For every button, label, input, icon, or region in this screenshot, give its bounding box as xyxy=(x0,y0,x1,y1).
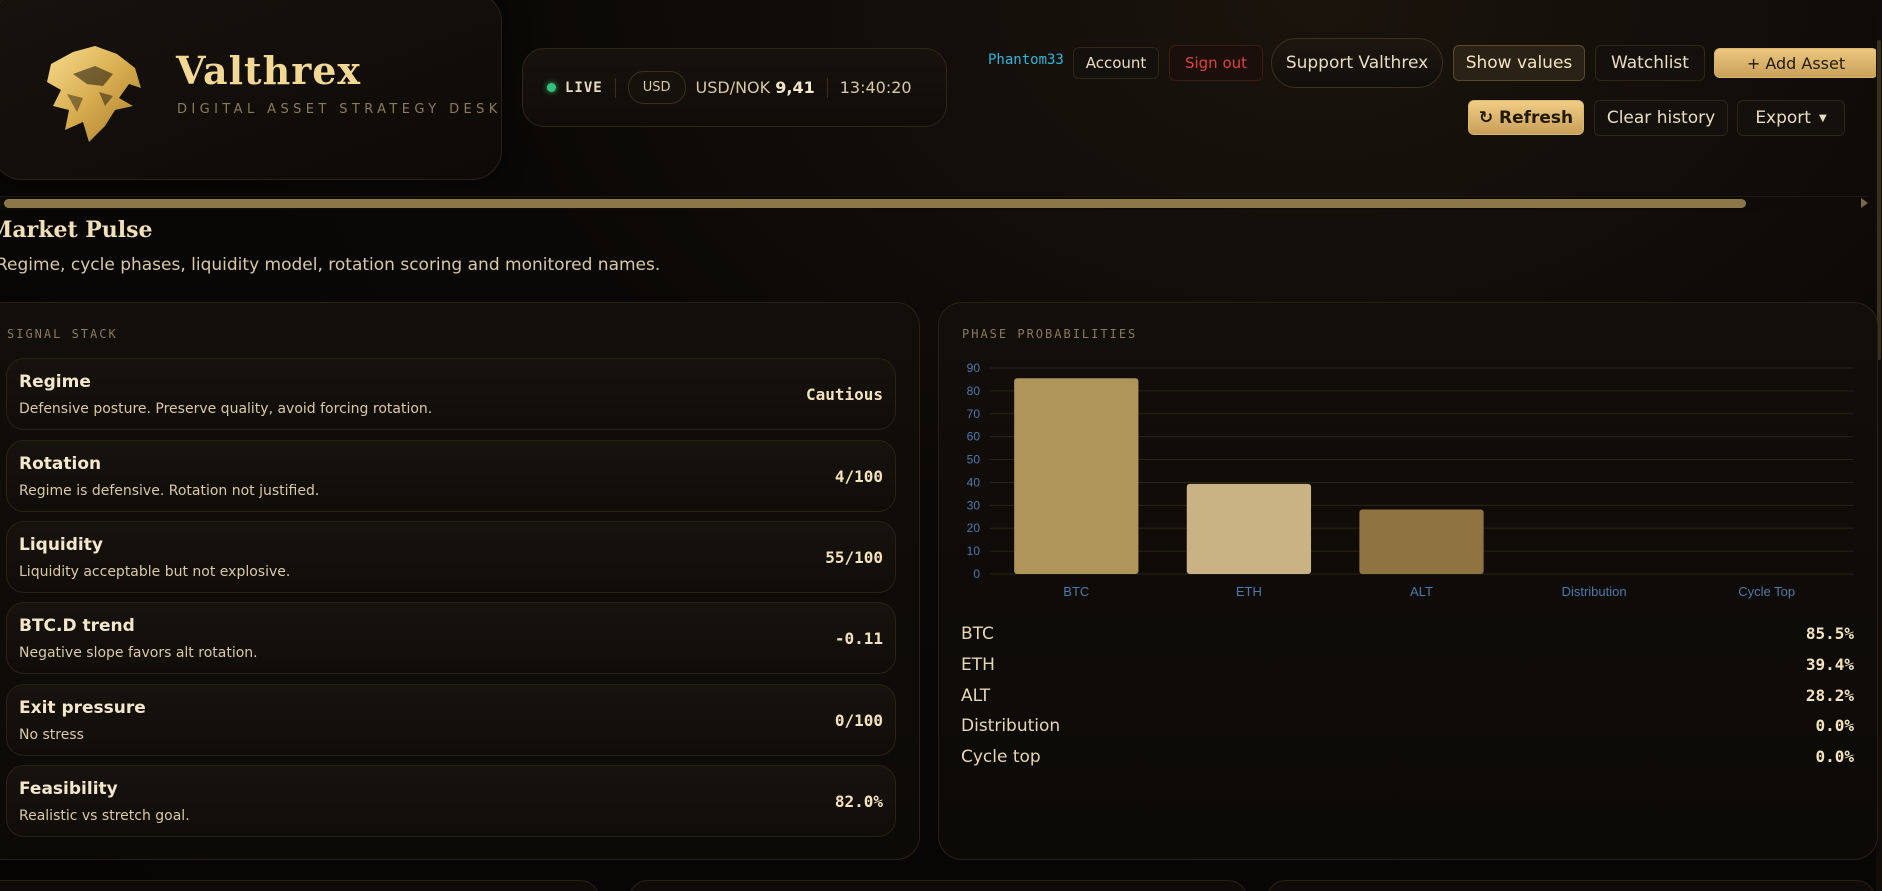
currency-toggle[interactable]: USD xyxy=(627,71,686,104)
signal-name: Feasibility xyxy=(19,779,118,799)
y-tick-label: 0 xyxy=(973,567,980,581)
x-tick-label: Cycle Top xyxy=(1738,584,1795,599)
signal-card: Feasibility Realistic vs stretch goal. 8… xyxy=(6,765,896,837)
account-button[interactable]: Account xyxy=(1073,47,1159,79)
y-tick-label: 70 xyxy=(967,407,981,421)
bar-btc[interactable] xyxy=(1014,378,1139,574)
horizontal-scrollbar-thumb[interactable] xyxy=(4,199,1746,208)
signal-description: Liquidity acceptable but not explosive. xyxy=(19,564,291,580)
y-tick-label: 80 xyxy=(967,384,981,398)
y-tick-label: 30 xyxy=(967,498,981,512)
y-tick-label: 90 xyxy=(967,361,981,375)
clock: 13:40:20 xyxy=(839,78,912,97)
refresh-button[interactable]: ↻ Refresh xyxy=(1468,100,1584,135)
signal-name: Rotation xyxy=(19,454,102,474)
signal-description: Realistic vs stretch goal. xyxy=(19,808,190,824)
signal-card: BTC.D trend Negative slope favors alt ro… xyxy=(6,602,896,674)
signal-description: Regime is defensive. Rotation not justif… xyxy=(19,483,320,499)
phase-label: Cycle top xyxy=(961,747,1041,767)
export-button[interactable]: Export ▼ xyxy=(1737,100,1845,136)
x-tick-label: ETH xyxy=(1236,584,1262,599)
fx-rate: USD/NOK 9,41 xyxy=(696,78,815,97)
signal-stack-label: SIGNAL STACK xyxy=(7,327,118,341)
phase-probabilities-label: PHASE PROBABILITIES xyxy=(962,327,1138,341)
phase-value: 85.5% xyxy=(1805,624,1854,643)
username-link[interactable]: Phantom33 xyxy=(988,52,1064,68)
support-button[interactable]: Support Valthrex xyxy=(1271,38,1443,88)
phase-value: 39.4% xyxy=(1805,655,1854,674)
x-tick-label: BTC xyxy=(1063,584,1089,599)
signal-value: 4/100 xyxy=(834,467,883,486)
show-values-button[interactable]: Show values xyxy=(1453,45,1585,81)
signal-description: No stress xyxy=(19,727,84,743)
add-asset-button[interactable]: + Add Asset xyxy=(1714,48,1878,78)
caret-down-icon: ▼ xyxy=(1818,112,1827,124)
vertical-scrollbar-thumb[interactable] xyxy=(1877,40,1881,360)
live-label: LIVE xyxy=(565,79,603,96)
phase-label: Distribution xyxy=(961,716,1061,736)
y-tick-label: 60 xyxy=(967,430,981,444)
phase-row: BTC 85.5% xyxy=(961,624,1854,648)
phase-label: BTC xyxy=(961,624,994,644)
signal-value: Cautious xyxy=(805,385,883,404)
brand-tagline: DIGITAL ASSET STRATEGY DESK xyxy=(177,102,502,117)
signal-description: Defensive posture. Preserve quality, avo… xyxy=(19,401,433,417)
x-tick-label: Distribution xyxy=(1562,584,1627,599)
bar-alt[interactable] xyxy=(1359,509,1484,574)
signal-value: -0.11 xyxy=(834,629,883,648)
sign-out-button[interactable]: Sign out xyxy=(1169,45,1263,81)
signal-name: Exit pressure xyxy=(19,698,146,718)
y-tick-label: 20 xyxy=(967,521,981,535)
phase-row: Cycle top 0.0% xyxy=(961,747,1854,771)
brand-name: Valthrex xyxy=(176,48,362,93)
signal-name: BTC.D trend xyxy=(19,616,135,636)
next-panel xyxy=(628,880,1248,891)
watchlist-button[interactable]: Watchlist xyxy=(1595,45,1705,81)
signal-name: Regime xyxy=(19,372,91,392)
phase-probabilities-chart: 0 10 20 30 40 50 60 70 80 90 BTC ETH ALT Distribution… xyxy=(967,361,1853,599)
fx-pair-label: USD/NOK xyxy=(695,78,771,97)
signal-card: Liquidity Liquidity acceptable but not e… xyxy=(6,521,896,593)
phase-label: ETH xyxy=(961,655,995,675)
live-indicator-icon xyxy=(547,83,556,92)
export-label: Export xyxy=(1755,108,1811,128)
phase-value: 0.0% xyxy=(1815,716,1854,735)
signal-description: Negative slope favors alt rotation. xyxy=(19,645,258,661)
phase-value: 28.2% xyxy=(1805,686,1854,705)
signal-card: Rotation Regime is defensive. Rotation n… xyxy=(6,440,896,512)
x-tick-label: ALT xyxy=(1410,584,1433,599)
signal-card: Regime Defensive posture. Preserve quali… xyxy=(6,358,896,430)
section-title: Market Pulse xyxy=(0,217,153,243)
bar-eth[interactable] xyxy=(1186,483,1312,574)
y-tick-label: 40 xyxy=(967,475,981,489)
divider xyxy=(826,77,828,98)
next-panel xyxy=(1266,880,1876,891)
phase-label: ALT xyxy=(961,686,991,706)
scroll-right-arrow-icon[interactable] xyxy=(1861,198,1868,208)
market-status-pill: LIVE USD USD/NOK 9,41 13:40:20 xyxy=(522,48,947,127)
signal-value: 55/100 xyxy=(825,548,883,567)
next-panel xyxy=(0,880,600,891)
phase-row: ETH 39.4% xyxy=(961,655,1854,679)
dragon-logo-icon xyxy=(47,46,141,142)
divider xyxy=(614,77,616,98)
clear-history-button[interactable]: Clear history xyxy=(1594,100,1728,136)
y-tick-label: 50 xyxy=(967,453,981,467)
signal-value: 82.0% xyxy=(834,792,883,811)
y-tick-label: 10 xyxy=(967,544,981,558)
fx-pair-value: 9,41 xyxy=(775,78,815,97)
signal-card: Exit pressure No stress 0/100 xyxy=(6,684,896,756)
phase-row: Distribution 0.0% xyxy=(961,716,1854,740)
signal-name: Liquidity xyxy=(19,535,103,555)
phase-row: ALT 28.2% xyxy=(961,686,1854,710)
signal-value: 0/100 xyxy=(834,711,883,730)
phase-value: 0.0% xyxy=(1815,747,1854,766)
section-subtitle: Regime, cycle phases, liquidity model, r… xyxy=(0,255,661,275)
